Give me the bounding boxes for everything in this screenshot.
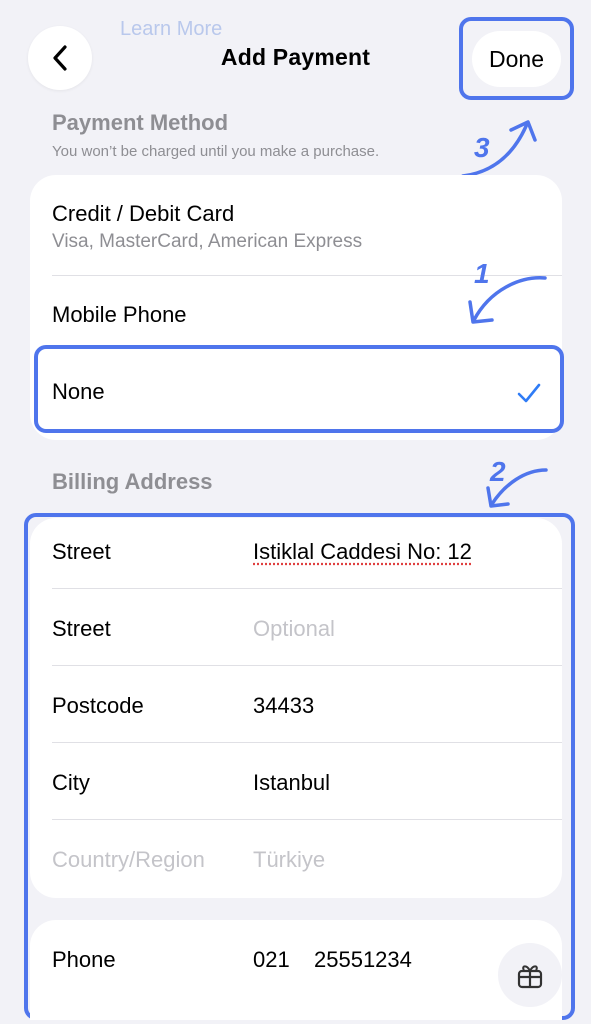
gift-icon (517, 965, 543, 989)
faded-link: Learn More (120, 18, 223, 40)
field-label: Phone (52, 947, 116, 972)
phone-number-input[interactable]: 25551234 (314, 947, 412, 973)
checkmark-icon (517, 383, 541, 403)
country-value: Türkiye (253, 847, 326, 872)
field-label: Street (52, 616, 111, 641)
payment-method-subtitle: You won’t be charged until you make a pu… (52, 143, 380, 160)
gift-button[interactable] (498, 943, 562, 1007)
annotation-arrow-3 (461, 120, 537, 178)
done-button[interactable]: Done (472, 31, 561, 87)
postcode-input[interactable]: 34433 (253, 693, 314, 719)
annotation-arrow-2 (486, 468, 548, 508)
payment-method-title: Payment Method (52, 110, 229, 135)
divider (52, 819, 562, 820)
divider (52, 588, 562, 589)
option-sublabel: Visa, MasterCard, American Express (52, 231, 363, 252)
option-none[interactable]: None (42, 353, 556, 425)
option-label: Mobile Phone (52, 302, 187, 327)
option-label: None (52, 379, 105, 404)
phone-area-input[interactable]: 021 (253, 947, 290, 973)
billing-address-title: Billing Address (52, 469, 213, 494)
street2-input[interactable]: Optional (253, 616, 335, 642)
option-label: Credit / Debit Card (52, 201, 235, 226)
none-highlight: None (34, 345, 564, 433)
done-highlight: Done (459, 17, 574, 100)
divider (52, 742, 562, 743)
divider (52, 665, 562, 666)
city-input[interactable]: Istanbul (253, 770, 330, 796)
annotation-arrow-1 (468, 276, 547, 324)
field-label: Postcode (52, 693, 144, 718)
field-label: Country/Region (52, 847, 205, 872)
field-label: City (52, 770, 90, 795)
screen: Learn More Add Payment Done 3 Payment Me… (0, 0, 591, 1024)
field-label: Street (52, 539, 111, 564)
street-input[interactable]: Istiklal Caddesi No: 12 (253, 539, 472, 565)
